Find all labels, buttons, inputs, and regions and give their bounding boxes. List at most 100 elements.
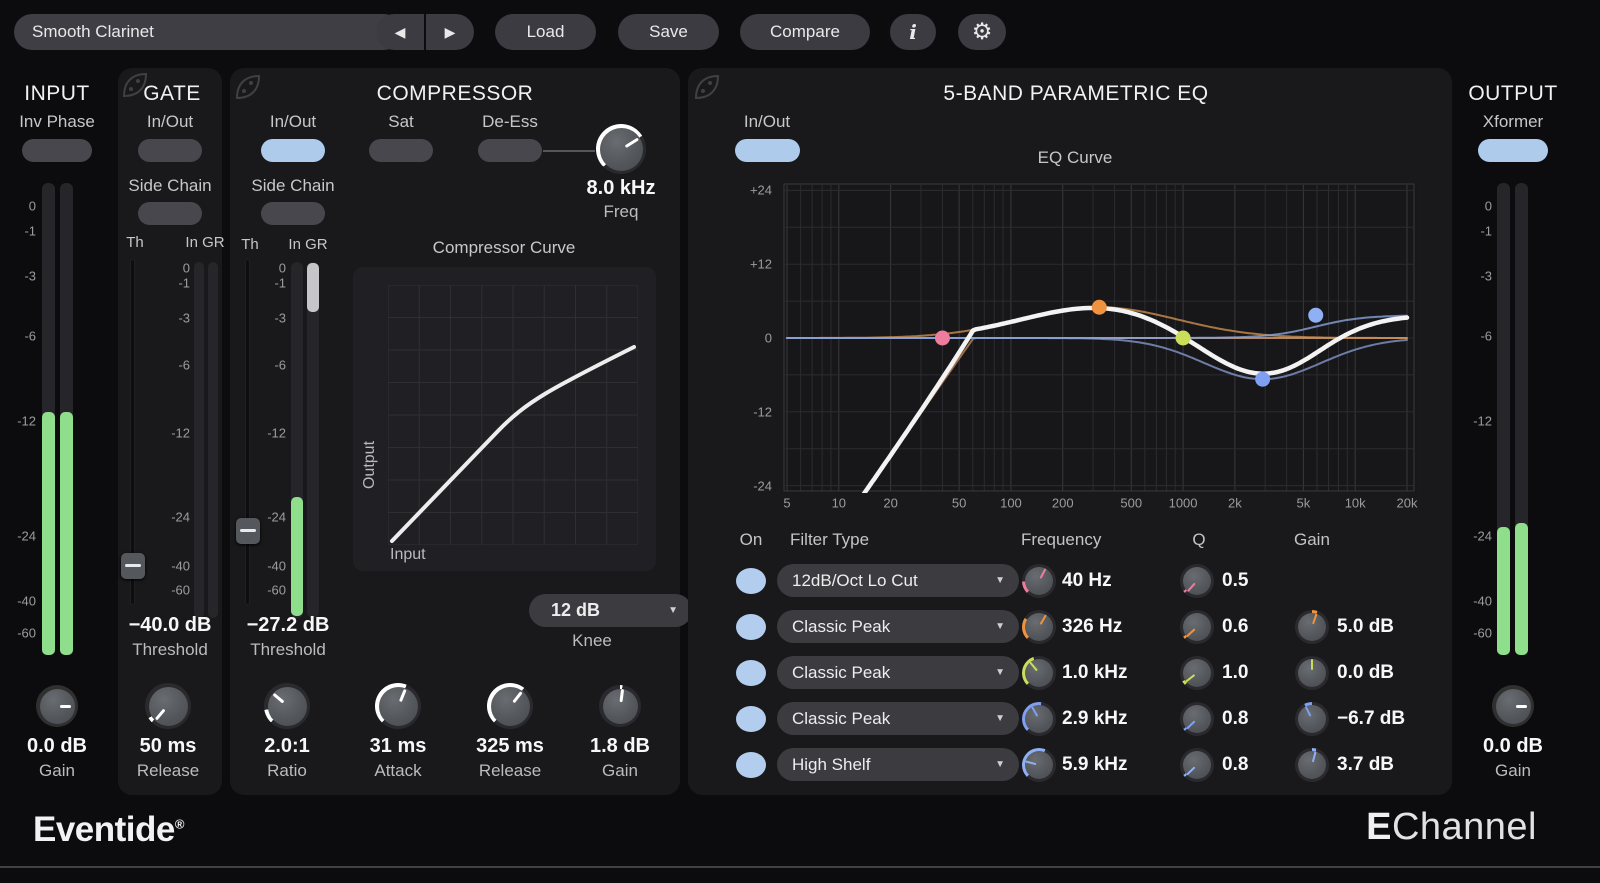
eq-y-tick-4: -24 — [753, 479, 772, 494]
eq-band4-freq-knob[interactable] — [1022, 702, 1056, 736]
echannel-plugin-window: Smooth Clarinet ▼ ◀ ▶ Load Save Compare … — [0, 0, 1600, 883]
eq-band4-filter-dropdown[interactable]: Classic Peak▼ — [777, 702, 1019, 735]
eq-curve-svg[interactable] — [783, 183, 1417, 493]
eq-band3-filter-dropdown[interactable]: Classic Peak ▼ — [777, 656, 1019, 689]
gate-side-chain-toggle[interactable] — [138, 202, 202, 225]
output-title: OUTPUT — [1468, 82, 1557, 106]
info-icon: i — [909, 20, 917, 44]
settings-button[interactable]: ⚙ — [958, 14, 1006, 50]
eq-x-tick-9: 5k — [1296, 496, 1310, 511]
compressor-meter-scale-7: -60 — [267, 583, 286, 598]
knob-pointer — [1311, 659, 1314, 669]
eq-band3-filter-type: Classic Peak — [792, 663, 890, 683]
eq-band2-freq-knob[interactable] — [1022, 610, 1056, 644]
compressor-de-ess-toggle[interactable] — [478, 139, 542, 162]
chevron-down-icon: ▼ — [995, 759, 1005, 770]
eq-band1-freq-knob[interactable] — [1022, 564, 1056, 598]
compare-button[interactable]: Compare — [740, 14, 870, 50]
eq-band4-on-toggle[interactable] — [736, 706, 766, 732]
eq-band4-q-knob[interactable] — [1180, 702, 1214, 736]
panel-corner-icon — [692, 72, 722, 102]
eq-band4-gain-knob[interactable] — [1295, 702, 1329, 736]
eq-band3-on-toggle[interactable] — [736, 660, 766, 686]
knob-pointer — [60, 705, 71, 708]
output-xformer-label: Xformer — [1483, 112, 1543, 132]
compressor-ratio-knob[interactable] — [264, 683, 310, 729]
eq-band5-freq-knob[interactable] — [1022, 748, 1056, 782]
eq-x-tick-0: 5 — [783, 496, 790, 511]
de-ess-freq-knob[interactable] — [596, 124, 646, 174]
preset-selector[interactable]: Smooth Clarinet ▼ — [14, 14, 402, 50]
eq-band1-filter-type: 12dB/Oct Lo Cut — [792, 571, 918, 591]
knob-pointer — [1029, 662, 1037, 671]
chevron-down-icon: ▼ — [995, 667, 1005, 678]
eq-curve-plot[interactable] — [783, 183, 1417, 493]
compressor-ratio-value: 2.0:1 — [264, 735, 310, 758]
preset-prev-button[interactable]: ◀ — [376, 14, 424, 50]
eq-x-tick-8: 2k — [1228, 496, 1242, 511]
eq-band2-gain-knob[interactable] — [1295, 610, 1329, 644]
compressor-in-out-toggle[interactable] — [261, 139, 325, 162]
compressor-release-knob[interactable] — [487, 683, 533, 729]
eq-band3-handle[interactable] — [1176, 331, 1191, 346]
compressor-threshold-slider-handle[interactable] — [236, 518, 260, 544]
compressor-side-chain-toggle[interactable] — [261, 202, 325, 225]
knee-dropdown[interactable]: 12 dB ▼ — [529, 594, 692, 627]
output-gain-knob[interactable] — [1492, 685, 1534, 727]
compressor-meter-scale-0: 0 — [279, 261, 286, 276]
compressor-curve-x-axis-label: Input — [390, 546, 426, 564]
compressor-curve-svg — [388, 285, 638, 545]
input-inv-phase-toggle[interactable] — [22, 139, 92, 162]
eq-band2-filter-dropdown[interactable]: Classic Peak▼ — [777, 610, 1019, 643]
eq-band2-q-knob[interactable] — [1180, 610, 1214, 644]
output-meter-scale-2: -3 — [1480, 269, 1492, 284]
eq-band5-on-toggle[interactable] — [736, 752, 766, 778]
compressor-meter-scale-2: -3 — [274, 311, 286, 326]
gate-threshold-slider-handle[interactable] — [121, 553, 145, 579]
output-xformer-toggle[interactable] — [1478, 139, 1548, 162]
compressor-gr-meter-fill — [307, 263, 319, 312]
eq-y-tick-0: +24 — [750, 183, 772, 198]
gate-th-label: Th — [126, 234, 144, 251]
eq-band5-q-knob[interactable] — [1180, 748, 1214, 782]
gate-side-chain-label: Side Chain — [128, 176, 211, 196]
eq-band1-filter-dropdown[interactable]: 12dB/Oct Lo Cut▼ — [777, 564, 1019, 597]
input-meter-scale-0: 0 — [29, 199, 36, 214]
knob-pointer — [1040, 568, 1047, 578]
eq-band2-on-toggle[interactable] — [736, 614, 766, 640]
eq-band4-handle[interactable] — [1255, 372, 1270, 387]
eq-band5-filter-dropdown[interactable]: High Shelf▼ — [777, 748, 1019, 781]
save-button[interactable]: Save — [618, 14, 719, 50]
input-gain-knob[interactable] — [36, 685, 78, 727]
compressor-sat-toggle[interactable] — [369, 139, 433, 162]
save-label: Save — [649, 22, 688, 42]
info-button[interactable]: i — [890, 14, 936, 50]
eq-band5-gain-knob[interactable] — [1295, 748, 1329, 782]
eq-band1-q-knob[interactable] — [1180, 564, 1214, 598]
eq-band1-handle[interactable] — [935, 331, 950, 346]
eq-band2-q-value: 0.6 — [1222, 616, 1248, 638]
eq-band3-gain-knob[interactable] — [1295, 656, 1329, 690]
preset-next-button[interactable]: ▶ — [426, 14, 474, 50]
eq-band3-q-knob[interactable] — [1180, 656, 1214, 690]
eq-in-out-toggle[interactable] — [735, 139, 800, 162]
eq-band2-handle[interactable] — [1092, 300, 1107, 315]
output-meter-scale-7: -60 — [1473, 626, 1492, 641]
knob-part — [36, 685, 78, 727]
output-meter-left-fill — [1497, 527, 1510, 655]
eq-band5-handle[interactable] — [1308, 308, 1323, 323]
compressor-in-meter-fill — [291, 497, 303, 616]
compare-label: Compare — [770, 22, 840, 42]
eq-band1-on-toggle[interactable] — [736, 568, 766, 594]
compressor-meter-scale-5: -24 — [267, 510, 286, 525]
gate-release-knob[interactable] — [145, 683, 191, 729]
echannel-logo-e: E — [1366, 806, 1392, 848]
chevron-down-icon: ▼ — [995, 713, 1005, 724]
compressor-gain-knob[interactable] — [599, 685, 641, 727]
gate-in-out-toggle[interactable] — [138, 139, 202, 162]
knob-pointer — [1516, 705, 1527, 708]
compressor-attack-value: 31 ms — [370, 735, 427, 758]
compressor-attack-knob[interactable] — [375, 683, 421, 729]
eq-band3-freq-knob[interactable] — [1022, 656, 1056, 690]
load-button[interactable]: Load — [495, 14, 596, 50]
